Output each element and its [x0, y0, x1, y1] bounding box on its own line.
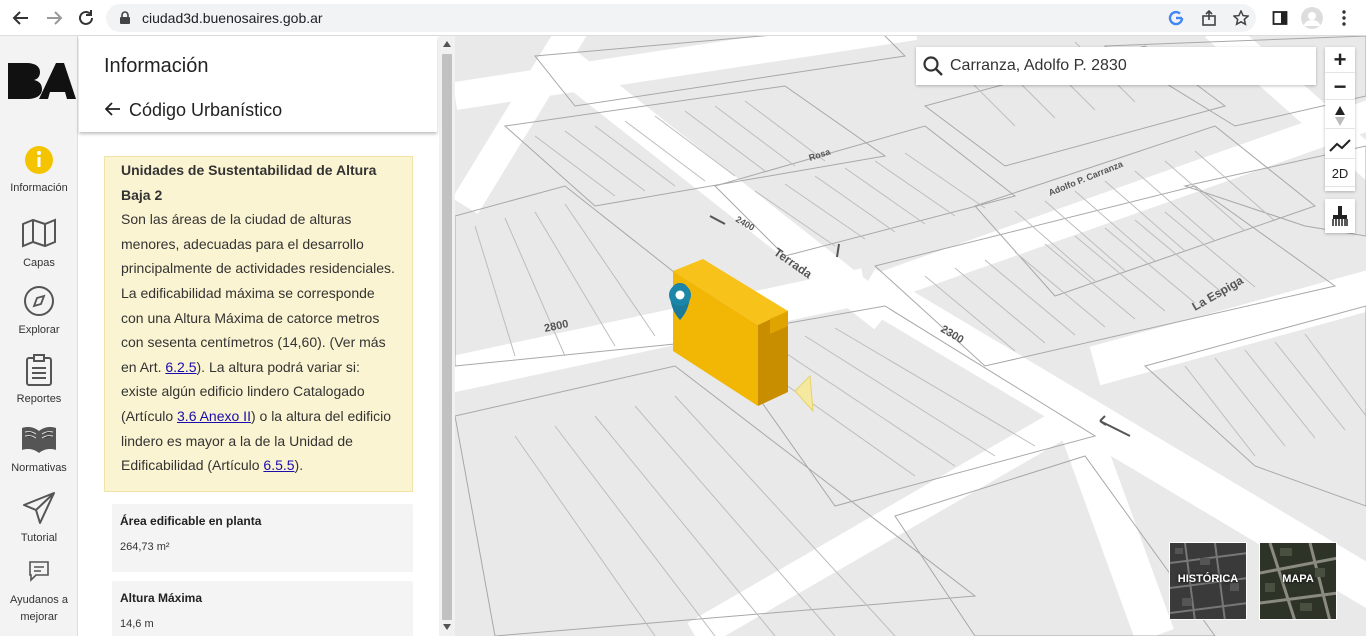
back-arrow-icon[interactable]	[9, 6, 33, 30]
measure-button[interactable]	[1325, 133, 1355, 159]
forward-arrow-icon[interactable]	[42, 6, 66, 30]
measure-line-icon	[1329, 138, 1351, 152]
scroll-down-arrow-icon[interactable]	[443, 624, 451, 630]
panel-title: Información	[104, 55, 209, 77]
info-panel: Información Código Urbanístico Unidades …	[79, 36, 439, 636]
basemap-historica-button[interactable]: HISTÓRICA	[1169, 542, 1247, 620]
panel-subtitle: Código Urbanístico	[129, 100, 283, 120]
rail-item-normativas[interactable]: Normativas	[0, 425, 78, 474]
toggle-2d-button[interactable]: 2D	[1325, 161, 1355, 187]
side-navigation: Información Capas Explorar Reportes Norm…	[0, 36, 78, 636]
rail-item-label: Capas	[23, 257, 55, 269]
kebab-menu-icon[interactable]	[1332, 6, 1356, 30]
zoom-out-button[interactable]: −	[1325, 74, 1355, 100]
rail-item-label: Información	[10, 182, 68, 194]
card-value: 264,73 m²	[120, 541, 170, 553]
paper-plane-icon	[0, 491, 78, 528]
back-to-codigo-urbanistico[interactable]: Código Urbanístico	[104, 100, 283, 121]
panel-header: Información Código Urbanístico	[79, 36, 437, 132]
article-link-6-5-5[interactable]: 6.5.5	[263, 457, 294, 473]
basemap-label: MAPA	[1282, 573, 1314, 585]
side-panel-icon[interactable]	[1268, 6, 1292, 30]
search-input[interactable]: Carranza, Adolfo P. 2830	[950, 57, 1127, 75]
share-icon[interactable]	[1197, 6, 1221, 30]
star-icon[interactable]	[1229, 6, 1253, 30]
card-value: 14,6 m	[120, 618, 154, 630]
compass-button[interactable]	[1325, 103, 1355, 129]
description-text-d: ).	[294, 457, 304, 474]
north-arrow-icon	[1335, 105, 1345, 126]
rail-item-label: Normativas	[11, 462, 67, 474]
rail-item-tutorial[interactable]: Tutorial	[0, 491, 78, 544]
rail-item-capas[interactable]: Capas	[0, 216, 78, 269]
compass-icon	[0, 285, 78, 320]
profile-avatar-icon[interactable]	[1300, 6, 1324, 30]
clipboard-icon	[0, 354, 78, 389]
back-arrow-icon	[104, 100, 121, 121]
scroll-up-arrow-icon[interactable]	[443, 41, 451, 47]
ba-logo[interactable]	[6, 60, 76, 105]
rail-item-reportes[interactable]: Reportes	[0, 354, 78, 405]
browser-toolbar: ciudad3d.buenosaires.gob.ar	[0, 0, 1366, 36]
address-bar[interactable]: ciudad3d.buenosaires.gob.ar	[106, 4, 1256, 32]
info-card-altura: Altura Máxima 14,6 m	[112, 581, 413, 636]
rail-item-label: Ayudanos a mejorar	[10, 594, 68, 623]
basemap-mapa-button[interactable]: MAPA	[1259, 542, 1337, 620]
article-link-6-2-5[interactable]: 6.2.5	[165, 359, 196, 375]
rail-item-ayudanos[interactable]: Ayudanos a mejorar	[0, 560, 78, 626]
map-controls: + − 2D	[1325, 47, 1355, 191]
broom-icon	[1332, 206, 1348, 226]
info-icon	[0, 145, 78, 178]
article-link-3-6-anexo-ii[interactable]: 3.6 Anexo II	[177, 408, 251, 424]
panel-scrollbar[interactable]	[439, 36, 455, 636]
card-label: Área edificable en planta	[120, 514, 262, 528]
description-text-a: Son las áreas de la ciudad de alturas me…	[121, 211, 395, 375]
description-subheading: Baja 2	[121, 186, 163, 203]
rail-item-label: Tutorial	[20, 532, 58, 544]
address-search-box[interactable]: Carranza, Adolfo P. 2830	[916, 47, 1316, 85]
book-icon	[0, 425, 78, 458]
map-layers-icon	[0, 216, 78, 253]
rail-item-label: Explorar	[18, 324, 60, 336]
rail-item-label: Reportes	[16, 393, 62, 405]
lock-icon	[119, 11, 131, 30]
chat-icon	[0, 560, 78, 588]
info-card-area: Área edificable en planta 264,73 m²	[112, 504, 413, 572]
rail-item-informacion[interactable]: Información	[0, 145, 78, 194]
url-text: ciudad3d.buenosaires.gob.ar	[142, 10, 323, 26]
reload-icon[interactable]	[74, 6, 98, 30]
card-label: Altura Máxima	[120, 591, 203, 605]
clear-map-button[interactable]	[1325, 199, 1355, 233]
basemap-label: HISTÓRICA	[1177, 573, 1239, 585]
rail-item-explorar[interactable]: Explorar	[0, 285, 78, 336]
description-text: Son las áreas de la ciudad de alturas me…	[121, 207, 396, 478]
map-3d-view[interactable]: 2800 Terrada 2300 La Espiga Adolfo P. Ca…	[455, 36, 1366, 636]
google-icon[interactable]	[1164, 6, 1188, 30]
scrollbar-thumb[interactable]	[442, 54, 452, 620]
zoom-in-button[interactable]: +	[1325, 47, 1355, 73]
description-heading: Unidades de Sustentabilidad de Altura	[121, 162, 377, 178]
search-icon	[922, 55, 944, 82]
description-box: Unidades de Sustentabilidad de Altura Ba…	[104, 156, 413, 492]
